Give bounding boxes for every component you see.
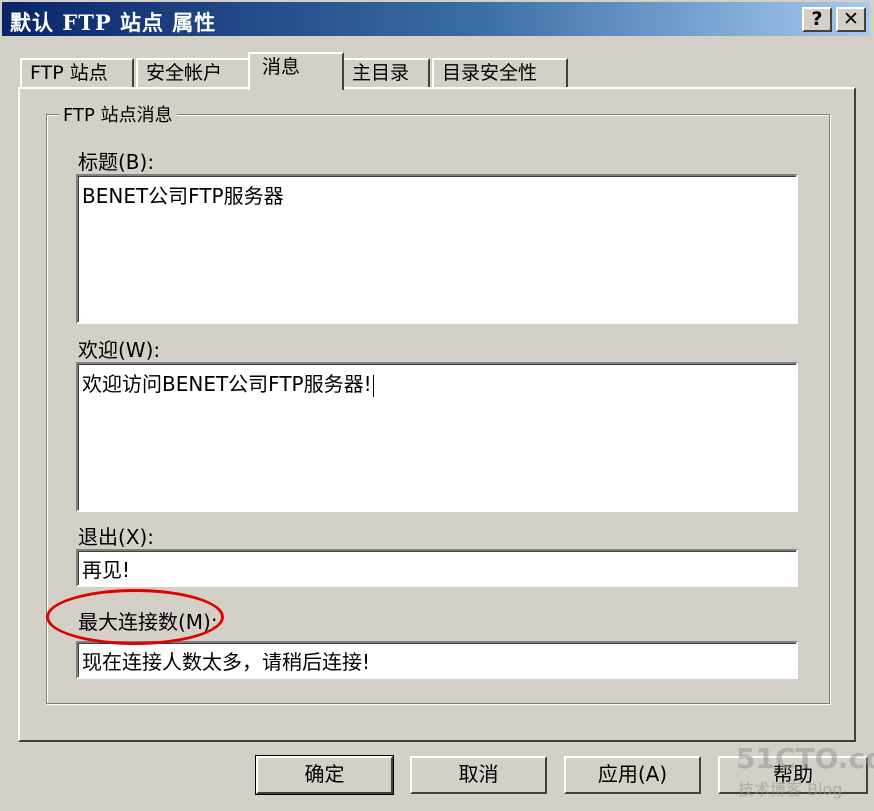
exit-label: 退出(X): xyxy=(78,525,155,549)
exit-input[interactable]: 再见! xyxy=(76,549,798,587)
banner-textarea[interactable]: BENET公司FTP服务器 xyxy=(76,174,798,324)
tab-directory-security[interactable]: 目录安全性 xyxy=(432,58,568,88)
banner-label: 标题(B): xyxy=(78,150,155,174)
welcome-text: 欢迎访问BENET公司FTP服务器! xyxy=(82,372,372,396)
tab-home-directory[interactable]: 主目录 xyxy=(342,58,430,88)
tab-security-accounts[interactable]: 安全帐户 xyxy=(136,58,256,88)
help-button[interactable]: 帮助 xyxy=(718,756,868,794)
properties-dialog: 默认 FTP 站点 属性 ? ✕ FTP 站点 安全帐户 消息 主目录 目录安全… xyxy=(0,0,874,811)
help-question-button[interactable]: ? xyxy=(802,7,832,32)
group-title: FTP 站点消息 xyxy=(59,101,177,127)
tab-messages[interactable]: 消息 xyxy=(248,52,344,90)
max-connections-text: 现在连接人数太多，请稍后连接! xyxy=(82,650,371,674)
title-bar[interactable]: 默认 FTP 站点 属性 ? ✕ xyxy=(2,2,870,36)
exit-text: 再见! xyxy=(82,558,131,582)
banner-text: BENET公司FTP服务器 xyxy=(82,184,284,208)
welcome-textarea[interactable]: 欢迎访问BENET公司FTP服务器! xyxy=(76,362,798,512)
window-title: 默认 FTP 站点 属性 xyxy=(10,10,217,35)
cancel-button[interactable]: 取消 xyxy=(410,756,547,794)
tab-ftp-site[interactable]: FTP 站点 xyxy=(20,58,134,88)
welcome-label: 欢迎(W): xyxy=(78,338,161,362)
apply-button[interactable]: 应用(A) xyxy=(564,756,701,794)
text-caret xyxy=(372,374,374,397)
max-connections-input[interactable]: 现在连接人数太多，请稍后连接! xyxy=(76,641,798,679)
ok-button[interactable]: 确定 xyxy=(255,755,394,795)
max-connections-label: 最大连接数(M): xyxy=(78,610,218,634)
close-button[interactable]: ✕ xyxy=(836,7,866,32)
